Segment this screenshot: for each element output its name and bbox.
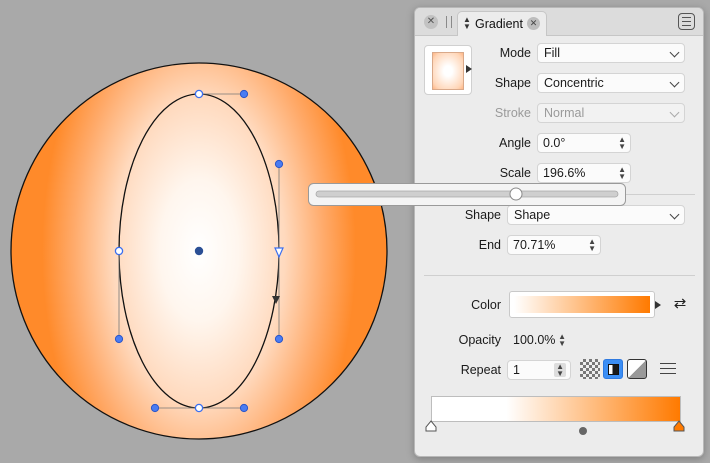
tab-gradient-label: Gradient xyxy=(475,17,523,31)
color-disclosure-icon[interactable] xyxy=(655,301,661,309)
shape-label: Shape xyxy=(494,76,531,90)
angle-stepper[interactable]: 0.0° ▲ ▼ xyxy=(537,133,631,153)
angle-label: Angle xyxy=(499,136,531,150)
color-label: Color xyxy=(471,298,501,312)
stepper-arrows-icon[interactable]: ▲ ▼ xyxy=(554,363,566,378)
chevron-down-icon xyxy=(669,47,680,58)
gradient-ramp[interactable] xyxy=(431,396,681,422)
close-panel-icon[interactable]: ✕ xyxy=(424,15,438,29)
swatch-disclosure-icon[interactable] xyxy=(466,65,472,73)
end-shape-label: Shape xyxy=(464,208,501,222)
close-tab-icon[interactable]: ✕ xyxy=(527,17,540,30)
gradient-stop-end[interactable] xyxy=(673,420,685,432)
end-value: 70.71% xyxy=(513,238,556,252)
stepper-arrows-icon[interactable]: ▲ ▼ xyxy=(618,166,626,181)
panel-tab-bar: ✕ ▲ ▼ Gradient ✕ xyxy=(415,8,703,36)
scale-slider-thumb[interactable] xyxy=(509,187,523,201)
mode-label: Mode xyxy=(499,46,531,60)
opacity-value: 100.0% xyxy=(513,333,556,347)
end-stepper[interactable]: 70.71% ▲ ▼ xyxy=(507,235,601,255)
checker-pattern-icon[interactable] xyxy=(580,359,600,379)
chevron-down-icon xyxy=(669,209,680,220)
scale-value: 196.6% xyxy=(543,166,586,180)
end-label: End xyxy=(478,238,501,252)
swap-colors-icon[interactable]: ⇄ xyxy=(669,294,691,314)
color-gradient-well[interactable] xyxy=(509,291,655,318)
chevron-down-icon xyxy=(669,77,680,88)
stroke-label: Stroke xyxy=(494,106,531,120)
stroke-select: Normal xyxy=(537,103,685,123)
separator xyxy=(424,275,695,276)
shape-select[interactable]: Concentric xyxy=(537,73,685,93)
chevron-down-icon xyxy=(669,107,680,118)
gradient-center-point[interactable] xyxy=(194,246,204,256)
mode-value: Fill xyxy=(544,46,560,60)
repeat-stepper[interactable]: 1 ▲ ▼ xyxy=(507,360,571,380)
shape-value: Concentric xyxy=(544,76,604,90)
opacity-label: Opacity xyxy=(458,333,501,347)
stepper-arrows-icon[interactable]: ▲ ▼ xyxy=(558,333,566,348)
gradient-stop-start[interactable] xyxy=(425,420,437,432)
repeat-value: 1 xyxy=(513,363,520,377)
panel-menu-icon[interactable] xyxy=(678,13,695,30)
updown-arrows-icon: ▲ ▼ xyxy=(463,15,471,31)
mode-select[interactable]: Fill xyxy=(537,43,685,63)
dither-icon[interactable] xyxy=(627,359,647,379)
repeat-label: Repeat xyxy=(460,363,501,377)
scale-stepper[interactable]: 196.6% ▲ ▼ xyxy=(537,163,631,183)
reflect-mode-icon[interactable] xyxy=(603,359,623,379)
adjust-sliders-icon[interactable] xyxy=(659,359,677,379)
stroke-value: Normal xyxy=(544,106,585,120)
tab-gradient[interactable]: ▲ ▼ Gradient ✕ xyxy=(457,11,547,36)
stepper-arrows-icon[interactable]: ▲ ▼ xyxy=(588,238,596,253)
end-shape-value: Shape xyxy=(514,208,551,222)
scale-label: Scale xyxy=(499,166,531,180)
gradient-midpoint[interactable] xyxy=(578,426,588,436)
opacity-stepper[interactable]: 100.0% ▲ ▼ xyxy=(507,330,571,350)
angle-value: 0.0° xyxy=(543,136,566,150)
scale-slider-popup[interactable] xyxy=(308,183,628,209)
gradient-preview-swatch[interactable] xyxy=(424,45,472,95)
drag-grip-icon[interactable] xyxy=(446,16,452,28)
stepper-arrows-icon[interactable]: ▲ ▼ xyxy=(618,136,626,151)
gradient-panel: ✕ ▲ ▼ Gradient ✕ Mode Fill Shape Concentr… xyxy=(414,7,704,457)
